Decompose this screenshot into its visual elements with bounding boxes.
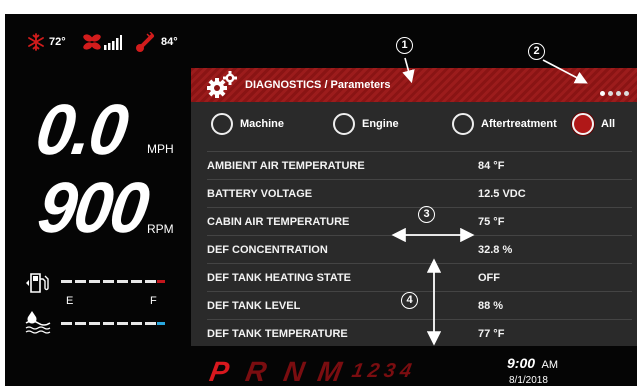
filter-engine-label: Engine [362,118,399,130]
speed-value: 0.0 [31,90,132,170]
gear-4: 4 [398,360,414,382]
parameter-row[interactable]: DEF CONCENTRATION 32.8 % [207,235,632,264]
parameter-value: 77 °F [478,328,505,340]
def-gauge-end-segment [157,322,165,325]
def-fluid-icon [25,311,51,334]
def-level-gauge [61,322,165,325]
parameter-value: 88 % [478,300,504,312]
parameter-value: 32.8 % [478,244,513,256]
radio-machine[interactable] [211,113,233,135]
rpm-unit: RPM [147,222,174,236]
gear-3: 3 [382,360,398,382]
fuel-level-gauge [61,280,165,283]
parameter-row[interactable]: AMBIENT AIR TEMPERATURE 84 °F [207,151,632,180]
gear-n: N [281,356,308,386]
page-dot[interactable] [616,91,621,96]
filter-all-label: All [601,118,616,130]
parameter-name: DEF TANK LEVEL [207,300,301,312]
callout-4: 4 [401,292,418,309]
temperature-gauge-icon [136,32,154,52]
gears-icon [207,71,237,98]
dashboard-screen: 72° 84° 0.0 MPH 900 RPM E F DIAGNOSTICS … [5,14,637,386]
page-indicator[interactable] [597,83,629,101]
parameter-value: 84 °F [478,160,505,172]
callout-3: 3 [418,206,435,223]
fan-icon [83,34,101,50]
gear-p-active: P [207,356,232,386]
parameter-name: CABIN AIR TEMPERATURE [207,216,350,228]
radio-engine[interactable] [333,113,355,135]
parameter-row[interactable]: DEF TANK HEATING STATE OFF [207,263,632,292]
outside-temp: 72° [49,36,66,48]
diagnostics-title: DIAGNOSTICS / Parameters [245,79,391,91]
def-gauge-empty-label: E [66,295,74,307]
clock-date: 8/1/2018 [509,375,548,386]
parameter-row[interactable]: DEF TANK TEMPERATURE 77 °F [207,319,632,348]
gear-1: 1 [350,360,366,382]
clock-time: 9:00 [507,355,536,371]
rpm-value: 900 [33,168,153,248]
parameter-name: DEF TANK HEATING STATE [207,272,352,284]
engine-temp: 84° [161,36,178,48]
parameter-name: DEF CONCENTRATION [207,244,328,256]
filter-machine-label: Machine [240,118,285,130]
parameter-name: AMBIENT AIR TEMPERATURE [207,160,365,172]
diagnostics-header: DIAGNOSTICS / Parameters [191,68,637,102]
callout-2: 2 [528,43,545,60]
page-dot[interactable] [608,91,613,96]
clock: 9:00 AM 8/1/2018 [507,355,558,386]
clock-ampm: AM [541,359,558,371]
snowflake-icon [28,33,44,51]
status-bar: 72° 84° [27,32,187,54]
page-dot[interactable] [600,91,605,96]
parameter-row[interactable]: BATTERY VOLTAGE 12.5 VDC [207,179,632,208]
gear-m: M [315,356,345,386]
gear-2: 2 [366,360,382,382]
parameter-value: 75 °F [478,216,505,228]
gear-r: R [243,356,270,386]
fan-speed-bars-icon [104,35,122,50]
def-gauge-full-label: F [150,295,157,307]
fuel-gauge-end-segment [157,280,165,283]
parameter-value: 12.5 VDC [478,188,526,200]
page-dot[interactable] [624,91,629,96]
radio-all-selected[interactable] [572,113,594,135]
radio-aftertreatment[interactable] [452,113,474,135]
filter-aftertreatment-label: Aftertreatment [481,118,557,130]
parameter-value: OFF [478,272,500,284]
parameter-name: DEF TANK TEMPERATURE [207,328,348,340]
parameter-row[interactable]: DEF TANK LEVEL 88 % [207,291,632,320]
fuel-pump-icon [26,273,49,293]
speed-unit: MPH [147,142,174,156]
parameter-name: BATTERY VOLTAGE [207,188,313,200]
callout-1: 1 [396,37,413,54]
